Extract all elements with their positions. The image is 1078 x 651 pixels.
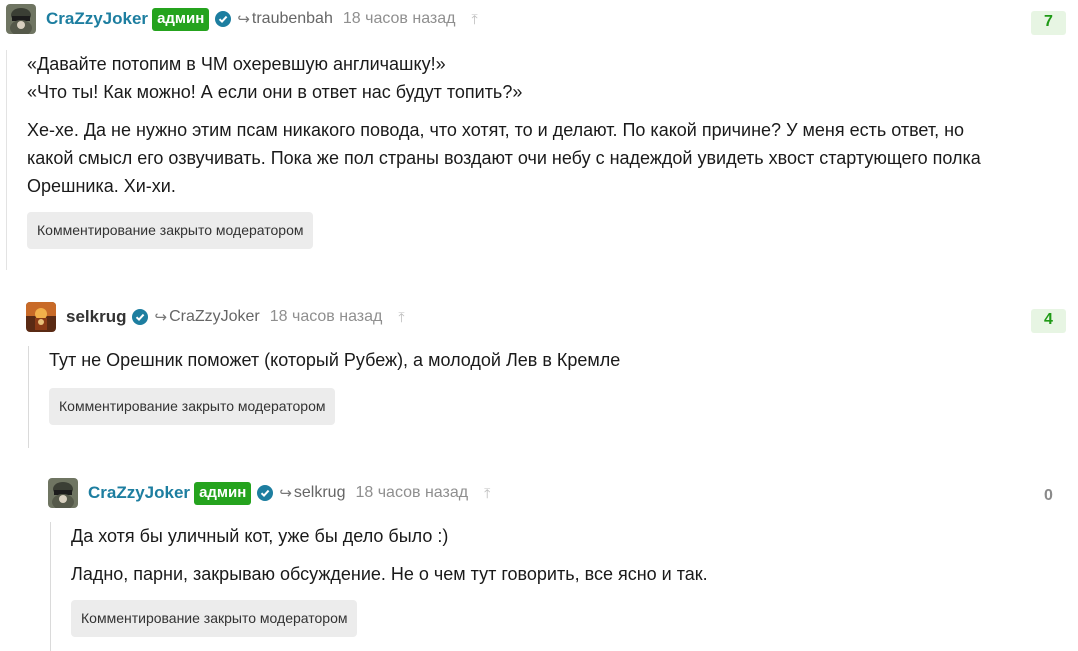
comment-header: selkrug ↪ CraZzyJoker 18 часов назад ⤒ xyxy=(26,302,1078,332)
admin-badge: админ xyxy=(152,7,210,31)
verified-icon xyxy=(132,309,149,325)
comments-closed-button[interactable]: Комментирование закрыто модератором xyxy=(49,388,336,425)
comment-thread: CraZzyJoker админ ↪ traubenbah 18 часов … xyxy=(0,0,1078,651)
scroll-up-icon[interactable]: ⤒ xyxy=(398,309,404,326)
comment-time[interactable]: 18 часов назад xyxy=(343,10,456,28)
username-link[interactable]: CraZzyJoker xyxy=(88,483,190,503)
comment-score: 4 xyxy=(1031,309,1066,333)
username-link[interactable]: CraZzyJoker xyxy=(46,9,148,29)
comment-body: «Давайте потопим в ЧМ охеревшую англичаш… xyxy=(6,50,1078,270)
avatar[interactable] xyxy=(26,302,56,332)
avatar[interactable] xyxy=(48,478,78,508)
comment-score: 0 xyxy=(1044,487,1053,504)
reply-to-link[interactable]: traubenbah xyxy=(252,10,333,28)
scroll-up-icon[interactable]: ⤒ xyxy=(484,485,490,502)
comment-text-line: какой смысл его озвучивать. Пока же пол … xyxy=(27,148,981,168)
comment-header: CraZzyJoker админ ↪ traubenbah 18 часов … xyxy=(6,4,1078,34)
reply-to-link[interactable]: selkrug xyxy=(294,484,346,502)
scroll-up-icon[interactable]: ⤒ xyxy=(471,11,477,28)
comment-text-line: Тут не Орешник поможет (который Рубеж), … xyxy=(49,350,621,370)
comment: CraZzyJoker админ ↪ selkrug 18 часов наз… xyxy=(48,478,1078,508)
comment-header: CraZzyJoker админ ↪ selkrug 18 часов наз… xyxy=(48,478,1078,508)
comment-text-line: «Давайте потопим в ЧМ охеревшую англичаш… xyxy=(27,54,446,74)
comment-body: Тут не Орешник поможет (который Рубеж), … xyxy=(28,346,1078,448)
avatar[interactable] xyxy=(6,4,36,34)
comment-text-line: Ладно, парни, закрываю обсуждение. Не о … xyxy=(71,564,708,584)
comment-body: Да хотя бы уличный кот, уже бы дело было… xyxy=(50,522,1078,651)
comments-closed-button[interactable]: Комментирование закрыто модератором xyxy=(71,600,358,637)
verified-icon xyxy=(215,11,232,27)
comments-closed-button[interactable]: Комментирование закрыто модератором xyxy=(27,212,314,249)
admin-badge: админ xyxy=(194,481,252,505)
comment-text-line: «Что ты! Как можно! А если они в ответ н… xyxy=(27,82,523,102)
reply-arrow-icon: ↪ xyxy=(154,309,168,326)
comment: selkrug ↪ CraZzyJoker 18 часов назад ⤒ 4 xyxy=(26,302,1078,333)
comment-text-line: Да хотя бы уличный кот, уже бы дело было… xyxy=(71,526,449,546)
reply-arrow-icon: ↪ xyxy=(237,11,250,28)
username-link[interactable]: selkrug xyxy=(66,307,126,327)
verified-icon xyxy=(257,485,274,501)
reply-to-link[interactable]: CraZzyJoker xyxy=(169,308,260,326)
comment-time[interactable]: 18 часов назад xyxy=(355,484,468,502)
comment-time[interactable]: 18 часов назад xyxy=(270,308,383,326)
reply-arrow-icon: ↪ xyxy=(279,485,292,502)
comment-score: 7 xyxy=(1031,11,1066,35)
comment-text-line: Хе-хе. Да не нужно этим псам никакого по… xyxy=(27,120,965,140)
comment: CraZzyJoker админ ↪ traubenbah 18 часов … xyxy=(6,4,1078,35)
comment-text-line: Орешника. Хи-хи. xyxy=(27,176,176,196)
